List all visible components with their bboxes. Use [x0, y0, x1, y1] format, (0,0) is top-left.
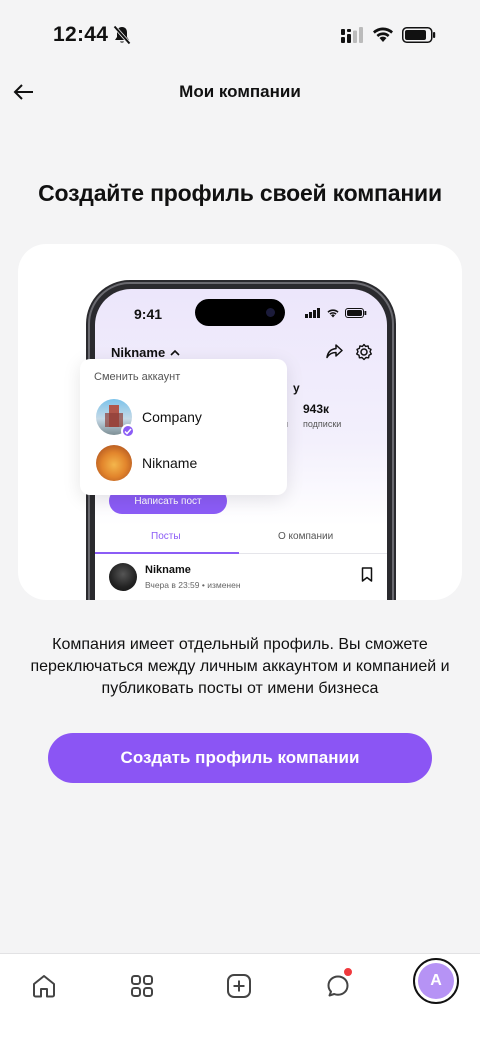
nav-profile[interactable]: А	[413, 958, 459, 1004]
cellular-signal-icon	[305, 308, 320, 318]
description-text: Компания имеет отдельный профиль. Вы смо…	[30, 636, 450, 697]
phone-time: 9:41	[134, 306, 163, 322]
nikname-avatar	[96, 445, 132, 481]
switch-account-title: Сменить аккаунт	[94, 371, 181, 383]
account-name-company: Company	[142, 409, 202, 425]
chevron-up-icon	[170, 349, 180, 356]
status-bar: 12:44	[0, 0, 480, 70]
phone-post-time: Вчера в 23:59 • изменен	[145, 580, 241, 590]
bottom-navigation: А	[0, 953, 480, 1043]
account-row-company: Company	[96, 399, 202, 438]
phone-stat-partial: у	[293, 381, 300, 395]
bookmark-icon	[361, 567, 373, 582]
status-time: 12:44	[53, 23, 109, 46]
account-switch-popup: Сменить аккаунт Company Nikname	[80, 359, 287, 495]
phone-tabs: Посты О компании	[95, 524, 387, 554]
share-icon	[326, 344, 343, 359]
battery-icon	[402, 27, 436, 43]
home-icon	[33, 975, 55, 998]
phone-tab-indicator	[95, 552, 239, 554]
apps-grid-icon	[131, 975, 153, 997]
wifi-icon	[373, 27, 393, 42]
account-name-nikname: Nikname	[142, 455, 198, 471]
phone-post-avatar	[109, 563, 137, 591]
header: Мои компании	[0, 70, 480, 114]
headline: Создайте профиль своей компании	[38, 180, 442, 206]
nav-chat[interactable]	[316, 964, 360, 1008]
page-title: Мои компании	[179, 82, 301, 101]
dynamic-island	[195, 299, 285, 326]
wifi-icon	[327, 309, 339, 318]
phone-tab-about: О компании	[278, 531, 334, 542]
battery-icon	[345, 308, 367, 318]
phone-nickname-label: Nikname	[111, 345, 166, 360]
gear-icon	[356, 343, 372, 361]
create-company-profile-button[interactable]: Создать профиль компании	[48, 733, 432, 783]
phone-nickname: Nikname	[111, 345, 180, 360]
add-post-icon	[227, 974, 251, 998]
cellular-signal-icon	[341, 27, 363, 43]
nav-home[interactable]	[22, 964, 66, 1008]
phone-status-icons	[305, 308, 367, 318]
phone-stat-value: 943к	[303, 402, 330, 416]
phone-tab-posts: Посты	[151, 531, 181, 542]
bell-mute-icon	[113, 25, 131, 45]
nav-add-post[interactable]	[217, 964, 261, 1008]
company-avatar	[96, 399, 135, 438]
profile-avatar: А	[418, 963, 454, 999]
phone-post-author: Nikname	[145, 564, 191, 576]
promo-illustration-card: 9:41 Nikname у 943к и подписки Написать …	[18, 244, 462, 600]
checkmark-icon	[121, 424, 135, 438]
nav-apps[interactable]	[120, 964, 164, 1008]
phone-stat-label: подписки	[303, 419, 342, 429]
account-row-nikname: Nikname	[96, 445, 197, 481]
notification-badge	[343, 967, 353, 977]
